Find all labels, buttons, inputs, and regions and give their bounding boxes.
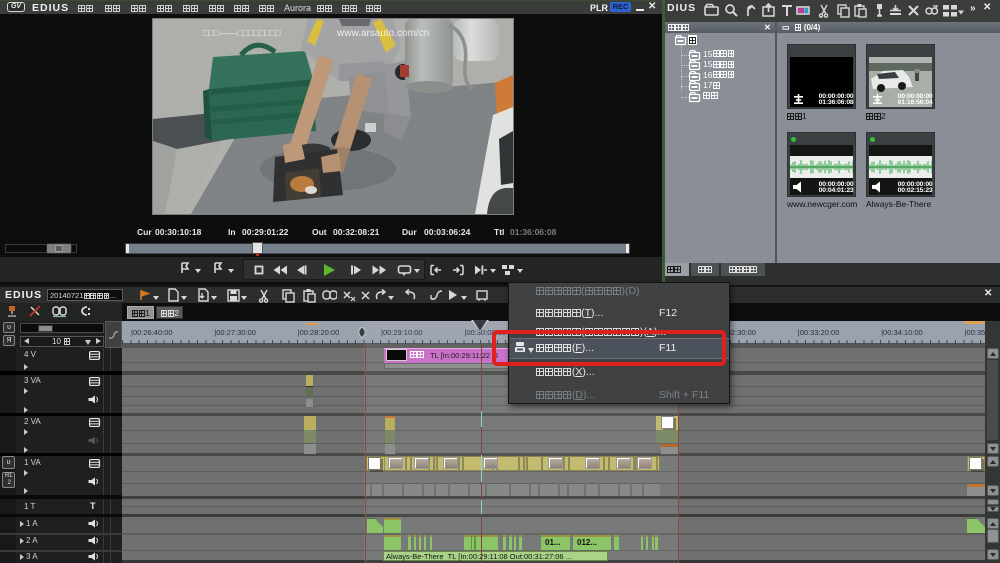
svg-text:□□□——□□□□□□□□: □□□——□□□□□□□□ [203, 28, 281, 38]
svg-text:www.arsauto.com/cn: www.arsauto.com/cn [336, 28, 429, 39]
